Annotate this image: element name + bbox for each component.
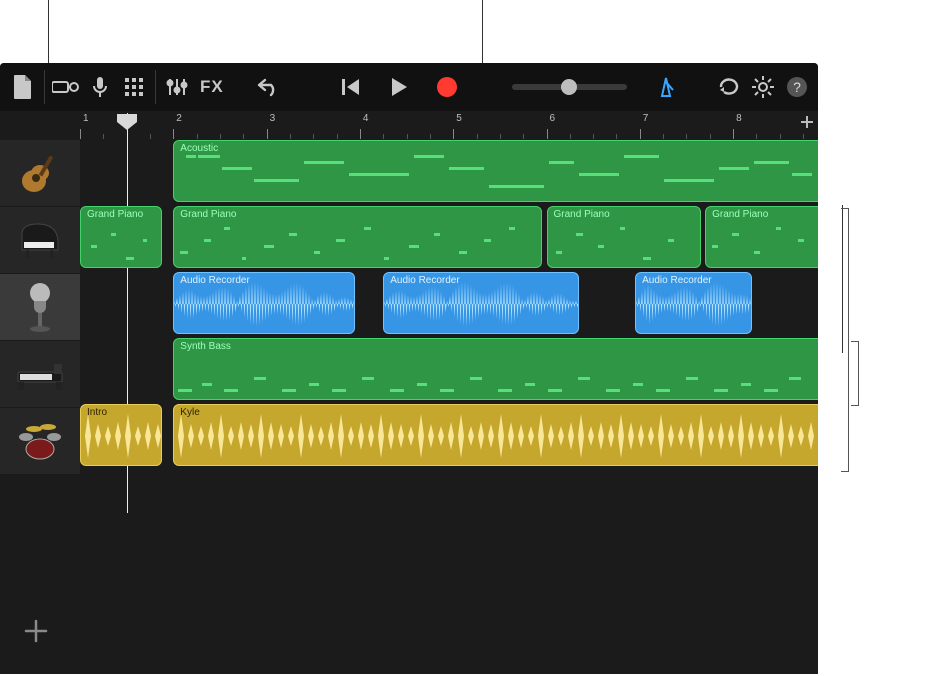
record-button[interactable]	[430, 70, 464, 104]
region-label: Synth Bass	[180, 341, 231, 352]
svg-text:?: ?	[793, 79, 801, 95]
help-button[interactable]: ?	[780, 70, 814, 104]
tracks-area[interactable]: AcousticGrand PianoGrand PianoGrand Pian…	[80, 140, 818, 470]
undo-button[interactable]	[252, 70, 286, 104]
region[interactable]: Grand Piano	[173, 206, 542, 268]
region-label: Grand Piano	[180, 209, 236, 220]
region[interactable]: Audio Recorder	[173, 272, 355, 334]
region-label: Kyle	[180, 407, 199, 418]
metronome-button[interactable]	[649, 70, 683, 104]
region[interactable]: Synth Bass	[173, 338, 818, 400]
grand-piano-icon	[16, 216, 64, 264]
region-label: Audio Recorder	[642, 275, 711, 286]
control-bar: FX	[0, 63, 818, 111]
region[interactable]: Grand Piano	[705, 206, 818, 268]
ruler[interactable]: 1 2 3 4 5 6 7 8	[80, 113, 818, 139]
fx-label: FX	[200, 77, 224, 97]
mic-input-button[interactable]	[83, 70, 117, 104]
region[interactable]: Grand Piano	[547, 206, 702, 268]
go-to-start-button[interactable]	[334, 70, 368, 104]
view-button[interactable]	[117, 70, 151, 104]
region-label: Intro	[87, 407, 107, 418]
track-header-microphone[interactable]	[0, 274, 80, 341]
microphone-icon	[18, 281, 62, 333]
fx-button[interactable]: FX	[194, 70, 230, 104]
callout-line	[842, 205, 843, 353]
bar-number: 4	[363, 113, 369, 124]
volume-thumb[interactable]	[561, 79, 577, 95]
add-track-button[interactable]	[22, 617, 50, 650]
track-header-column	[0, 140, 80, 475]
region-label: Audio Recorder	[390, 275, 459, 286]
bar-number: 6	[550, 113, 556, 124]
track-lane-acoustic-guitar[interactable]: Acoustic	[80, 140, 818, 202]
bar-number: 5	[456, 113, 462, 124]
bar-number: 8	[736, 113, 742, 124]
region[interactable]: Audio Recorder	[635, 272, 752, 334]
track-lane-grand-piano[interactable]: Grand Piano Grand Piano Grand Piano Grand P…	[80, 206, 818, 268]
bar-number: 3	[270, 113, 276, 124]
track-controls-button[interactable]	[160, 70, 194, 104]
bar-number: 1	[83, 113, 89, 124]
region[interactable]: Grand Piano	[80, 206, 162, 268]
region-label: Grand Piano	[712, 209, 768, 220]
synth-bass-icon	[14, 354, 66, 394]
region[interactable]: Kyle	[173, 404, 818, 466]
loop-browser-button[interactable]	[712, 70, 746, 104]
track-header-synth-bass[interactable]	[0, 341, 80, 408]
track-lane-synth-bass[interactable]: Synth Bass	[80, 338, 818, 400]
track-header-drums[interactable]	[0, 408, 80, 475]
add-section-button[interactable]	[798, 113, 816, 131]
region-label: Grand Piano	[87, 209, 143, 220]
browser-button[interactable]	[49, 70, 83, 104]
track-header-grand-piano[interactable]	[0, 207, 80, 274]
my-songs-button[interactable]	[6, 70, 40, 104]
acoustic-guitar-icon	[16, 149, 64, 197]
region[interactable]: Audio Recorder	[383, 272, 579, 334]
region-label: Audio Recorder	[180, 275, 249, 286]
bar-number: 2	[176, 113, 182, 124]
region-label: Grand Piano	[554, 209, 610, 220]
settings-button[interactable]	[746, 70, 780, 104]
play-button[interactable]	[382, 70, 416, 104]
bar-number: 7	[643, 113, 649, 124]
track-lane-drums[interactable]: Intro Kyle	[80, 404, 818, 466]
playhead-handle[interactable]	[116, 113, 138, 131]
region[interactable]: Acoustic	[173, 140, 818, 202]
region[interactable]: Intro	[80, 404, 162, 466]
track-lane-microphone[interactable]: Audio Recorder Audio Recorder Audio Record…	[80, 272, 818, 334]
drums-icon	[14, 419, 66, 463]
track-header-acoustic-guitar[interactable]	[0, 140, 80, 207]
region-label: Acoustic	[180, 143, 218, 154]
master-volume-slider[interactable]	[512, 84, 627, 90]
callout-line	[48, 0, 49, 63]
